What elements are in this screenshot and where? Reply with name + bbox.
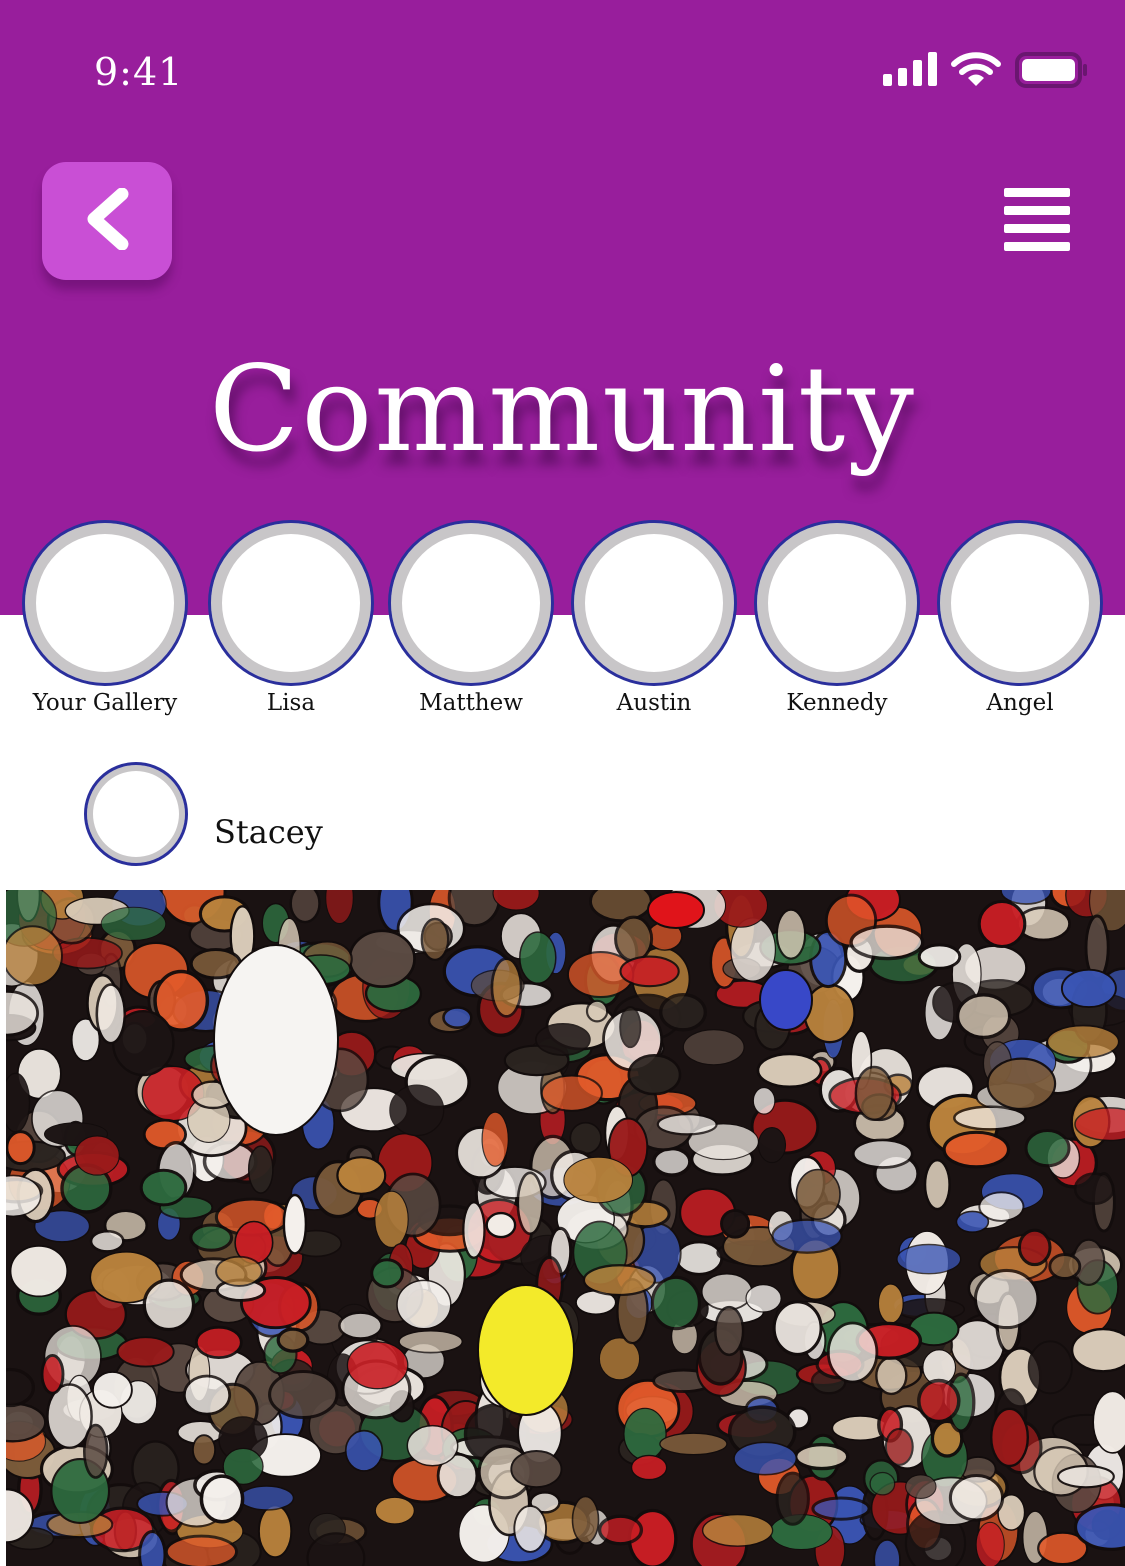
battery-icon: [1015, 52, 1089, 92]
story-avatar: [754, 520, 920, 686]
hamburger-menu-icon: [1000, 188, 1074, 262]
story-austin[interactable]: Austin: [568, 520, 740, 716]
story-label: Kennedy: [786, 690, 888, 716]
story-label: Your Gallery: [32, 690, 178, 716]
story-avatar: [388, 520, 554, 686]
story-avatar: [571, 520, 737, 686]
chevron-left-icon: [84, 187, 130, 254]
post-author-avatar[interactable]: [84, 762, 188, 866]
story-angel[interactable]: Angel: [934, 520, 1106, 716]
wifi-icon: [951, 52, 1001, 92]
story-label: Angel: [986, 690, 1054, 716]
story-label: Matthew: [419, 690, 523, 716]
stories-row: Your Gallery Lisa Matthew Austin Kennedy…: [0, 520, 1125, 730]
story-lisa[interactable]: Lisa: [205, 520, 377, 716]
story-label: Lisa: [266, 690, 316, 716]
crowd-artwork: [6, 890, 1125, 1566]
story-matthew[interactable]: Matthew: [385, 520, 557, 716]
page-title: Community: [209, 340, 916, 478]
back-button[interactable]: [42, 162, 172, 280]
story-avatar: [22, 520, 188, 686]
status-icons: [883, 52, 1089, 92]
status-time: 9:41: [94, 50, 184, 94]
story-kennedy[interactable]: Kennedy: [751, 520, 923, 716]
post-image[interactable]: [6, 890, 1125, 1566]
post-author-name[interactable]: Stacey: [214, 813, 323, 851]
story-your-gallery[interactable]: Your Gallery: [19, 520, 191, 716]
menu-button[interactable]: [1000, 184, 1074, 258]
signal-icon: [883, 52, 937, 92]
story-label: Austin: [616, 690, 692, 716]
post-header: Stacey: [84, 762, 323, 866]
story-avatar: [208, 520, 374, 686]
story-avatar: [937, 520, 1103, 686]
